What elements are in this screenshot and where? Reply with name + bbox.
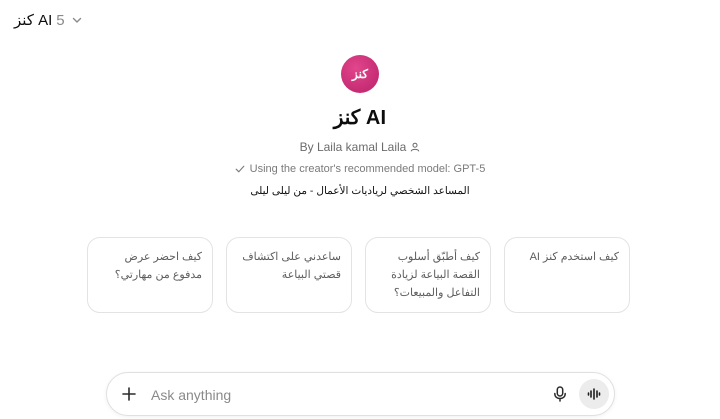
- gpt-avatar-text: كنز: [352, 67, 368, 81]
- composer: [106, 372, 615, 416]
- starter-text: كيف استخدم كنز AI: [529, 251, 619, 263]
- prompt-input[interactable]: [149, 383, 533, 407]
- starter-text: ساعدني على اكتشاف قصتي البياعة: [242, 251, 341, 281]
- starter-text: كيف احضر عرض مدفوع من مهارتي؟: [114, 251, 202, 281]
- gpt-intro: كنز كنز AI By Laila kamal Laila Using th…: [0, 55, 720, 197]
- gpt-avatar: كنز: [341, 55, 379, 93]
- voice-mode-button[interactable]: [579, 379, 609, 409]
- plus-icon[interactable]: [119, 384, 139, 404]
- recommended-model-note: Using the creator's recommended model: G…: [0, 163, 720, 175]
- starter-card[interactable]: ساعدني على اكتشاف قصتي البياعة: [226, 237, 352, 313]
- recommended-model-text: Using the creator's recommended model: G…: [249, 163, 486, 175]
- model-version: 5: [56, 11, 65, 29]
- gpt-description: المساعد الشخصي لرياديات الأعمال - من ليل…: [250, 185, 470, 197]
- starter-card[interactable]: كيف احضر عرض مدفوع من مهارتي؟: [87, 237, 213, 313]
- gpt-byline[interactable]: By Laila kamal Laila: [0, 140, 720, 154]
- starter-text: كيف أطبّق أسلوب القصة البياعة لزيادة الت…: [391, 251, 480, 299]
- voice-waveform-icon: [587, 388, 601, 400]
- model-switcher[interactable]: كنز AI 5: [14, 10, 83, 30]
- starter-card[interactable]: كيف استخدم كنز AI: [504, 237, 630, 313]
- gpt-author: By Laila kamal Laila: [299, 140, 407, 154]
- conversation-starters: كيف احضر عرض مدفوع من مهارتي؟ ساعدني على…: [87, 237, 630, 313]
- chevron-down-icon: [72, 17, 81, 23]
- person-icon: [411, 142, 420, 152]
- model-name: كنز AI: [14, 12, 53, 29]
- microphone-icon[interactable]: [551, 385, 569, 403]
- gpt-title: كنز AI: [333, 107, 387, 129]
- check-icon: [235, 165, 245, 173]
- starter-card[interactable]: كيف أطبّق أسلوب القصة البياعة لزيادة الت…: [365, 237, 491, 313]
